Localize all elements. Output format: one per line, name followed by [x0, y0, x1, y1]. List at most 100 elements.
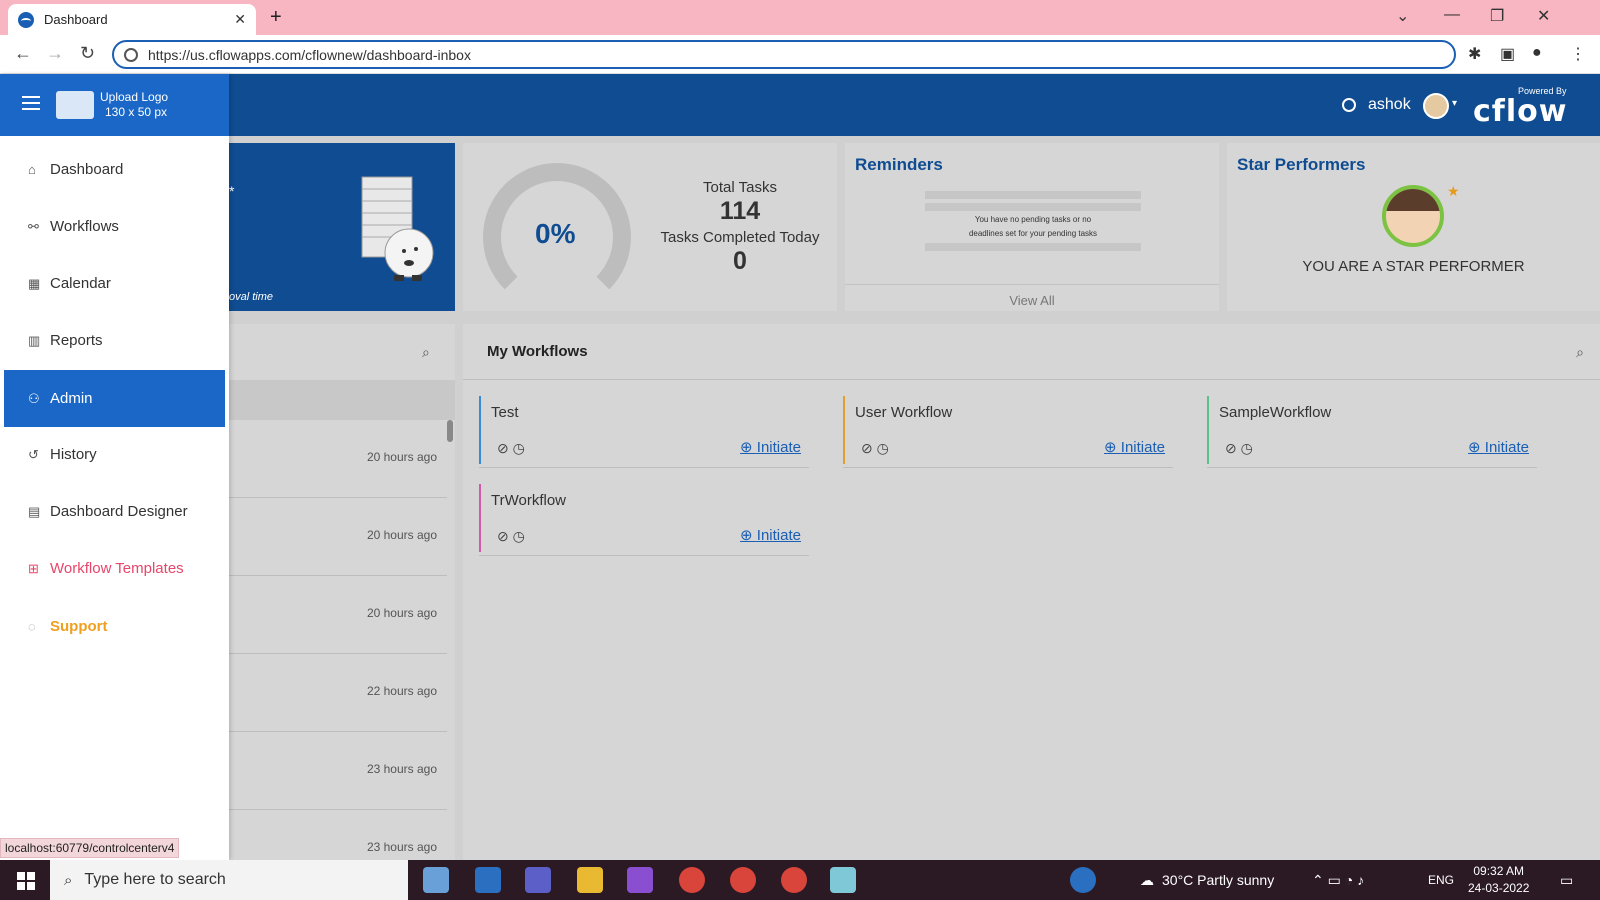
- upload-logo-image-icon[interactable]: [56, 91, 94, 119]
- inbox-row-time: 22 hours ago: [366, 684, 437, 698]
- star-performer-avatar: [1382, 185, 1444, 247]
- site-info-icon[interactable]: [124, 47, 138, 62]
- browser-tab[interactable]: Dashboard ✕: [8, 4, 256, 35]
- star-performer-text: YOU ARE A STAR PERFORMER: [1302, 258, 1525, 275]
- reminders-title: Reminders: [855, 155, 943, 174]
- initiate-link[interactable]: Initiate: [740, 438, 801, 456]
- workflows-search-icon[interactable]: ⌕: [1576, 344, 1584, 361]
- workflow-card-test: Test ⊘ ◷ Initiate: [479, 396, 809, 468]
- paper-stack-illustration-icon: [361, 176, 434, 281]
- notification-icon[interactable]: [1342, 98, 1356, 112]
- sidebar-item-dashboard[interactable]: ⌂ Dashboard: [4, 141, 225, 198]
- sidebar-item-workflow-templates[interactable]: ⊞ Workflow Templates: [4, 540, 225, 597]
- clock-date: 24-03-2022: [1468, 881, 1530, 895]
- support-icon: ◌: [28, 619, 36, 634]
- star-performers-title: Star Performers: [1237, 155, 1366, 174]
- sidebar-item-admin[interactable]: ⚇ Admin: [4, 370, 225, 427]
- workflow-status-icons: ⊘ ◷: [861, 440, 889, 456]
- admin-icon: ⚇: [28, 390, 40, 406]
- sidebar-item-label: Workflow Templates: [50, 560, 184, 577]
- user-avatar[interactable]: [1423, 93, 1449, 119]
- sidebar-item-label: Support: [50, 618, 108, 635]
- inbox-row-time: 23 hours ago: [366, 762, 437, 776]
- clock-time: 09:32 AM: [1473, 864, 1525, 878]
- address-bar-row: ← → ↻ https://us.cflowapps.com/cflownew/…: [0, 35, 1600, 74]
- sidebar-item-reports[interactable]: ▥ Reports: [4, 312, 225, 369]
- system-tray-icons[interactable]: ⌃ ▭ ◔ ♪: [1312, 872, 1364, 889]
- initiate-link[interactable]: Initiate: [1468, 438, 1529, 456]
- inbox-scrollbar[interactable]: [447, 420, 453, 442]
- weather-cloud-icon[interactable]: ☁: [1140, 872, 1154, 889]
- sidebar-item-support[interactable]: ◌ Support: [4, 598, 225, 655]
- hamburger-menu-icon[interactable]: [22, 96, 40, 110]
- inbox-row[interactable]: 20 hours ago: [229, 498, 447, 576]
- view-all-link[interactable]: View All: [845, 284, 1219, 308]
- taskbar-clock[interactable]: 09:32 AM 24-03-2022: [1468, 863, 1529, 897]
- help-icon[interactable]: [1070, 867, 1096, 893]
- extensions-icon[interactable]: ✱: [1468, 44, 1481, 64]
- upload-logo-text[interactable]: Upload Logo 130 x 50 px: [100, 90, 168, 120]
- new-tab-button[interactable]: +: [270, 6, 282, 29]
- chrome-icon[interactable]: [781, 867, 807, 893]
- chevron-down-icon[interactable]: ▾: [1452, 98, 1457, 109]
- restore-button[interactable]: ❐: [1490, 6, 1504, 26]
- inbox-search-icon[interactable]: ⌕: [422, 344, 430, 361]
- workflow-icon: ⚯: [28, 218, 39, 234]
- sidebar-item-history[interactable]: ↺ History: [4, 426, 225, 483]
- chrome-icon[interactable]: [730, 867, 756, 893]
- notification-center-icon[interactable]: ▭: [1560, 872, 1573, 889]
- completion-percent: 0%: [535, 218, 576, 249]
- workflow-color-bar: [843, 396, 845, 464]
- file-explorer-icon[interactable]: [577, 867, 603, 893]
- my-workflows-panel: My Workflows ⌕ Test ⊘ ◷ Initiate User Wo…: [463, 324, 1600, 860]
- reminders-card: Reminders You have no pending tasks or n…: [845, 143, 1219, 311]
- sidebar-item-label: Dashboard: [50, 161, 124, 178]
- upload-logo-size: 130 x 50 px: [105, 105, 168, 119]
- cflow-logo: cflow: [1473, 94, 1568, 129]
- initiate-link[interactable]: Initiate: [740, 526, 801, 544]
- tab-close-icon[interactable]: ✕: [234, 11, 246, 28]
- teams-icon[interactable]: [525, 867, 551, 893]
- profile-icon[interactable]: ●: [1532, 44, 1542, 62]
- minimize-button[interactable]: —: [1444, 6, 1460, 24]
- chrome-icon[interactable]: [679, 867, 705, 893]
- inbox-panel: ⌕ 20 hours ago 20 hours ago 20 hours ago…: [229, 324, 455, 860]
- side-panel-icon[interactable]: ▣: [1500, 44, 1515, 64]
- sidebar-item-label: Workflows: [50, 218, 119, 235]
- security-app-icon[interactable]: [475, 867, 501, 893]
- reload-icon[interactable]: ↻: [80, 43, 95, 64]
- user-menu[interactable]: ashok: [1342, 96, 1411, 114]
- forward-arrow-icon[interactable]: →: [46, 43, 64, 64]
- taskbar-search-input[interactable]: ⌕ Type here to search: [50, 860, 408, 900]
- reminders-empty-text-2: deadlines set for your pending tasks: [968, 229, 1098, 238]
- inbox-row-time: 20 hours ago: [366, 606, 437, 620]
- home-icon: ⌂: [28, 162, 36, 177]
- sidebar-item-workflows[interactable]: ⚯ Workflows: [4, 198, 225, 255]
- back-arrow-icon[interactable]: ←: [14, 43, 32, 64]
- browser-tab-bar: Dashboard ✕ + ⌄ — ❐ ✕: [0, 0, 1600, 35]
- url-input[interactable]: https://us.cflowapps.com/cflownew/dashbo…: [112, 40, 1456, 69]
- inbox-row[interactable]: 23 hours ago: [229, 732, 447, 810]
- templates-icon: ⊞: [28, 560, 39, 576]
- inbox-row[interactable]: 20 hours ago: [229, 576, 447, 654]
- sidebar-item-calendar[interactable]: ▦ Calendar: [4, 255, 225, 312]
- weather-text[interactable]: 30°C Partly sunny: [1162, 872, 1274, 888]
- workflow-name: SampleWorkflow: [1219, 404, 1332, 421]
- workflow-status-icons: ⊘ ◷: [1225, 440, 1253, 456]
- language-indicator[interactable]: ENG: [1428, 873, 1454, 887]
- sidebar-item-dashboard-designer[interactable]: ▤ Dashboard Designer: [4, 483, 225, 540]
- visual-studio-icon[interactable]: [627, 867, 653, 893]
- inbox-row[interactable]: 20 hours ago: [229, 420, 447, 498]
- sidebar: Upload Logo 130 x 50 px ⌂ Dashboard ⚯ Work…: [0, 74, 229, 860]
- app-icon[interactable]: [423, 867, 449, 893]
- initiate-link[interactable]: Initiate: [1104, 438, 1165, 456]
- windows-start-icon[interactable]: [17, 872, 35, 890]
- cflow-favicon-icon: [18, 11, 34, 28]
- browser-menu-icon[interactable]: ⋮: [1570, 44, 1586, 64]
- notepad-app-icon[interactable]: [830, 867, 856, 893]
- tab-search-icon[interactable]: ⌄: [1396, 6, 1409, 26]
- star-performers-card: Star Performers ★ YOU ARE A STAR PERFORM…: [1227, 143, 1600, 311]
- close-window-button[interactable]: ✕: [1537, 6, 1550, 26]
- workflow-color-bar: [479, 396, 481, 464]
- inbox-row[interactable]: 22 hours ago: [229, 654, 447, 732]
